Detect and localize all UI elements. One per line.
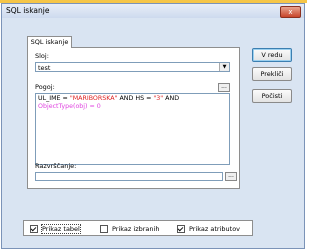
query-part: AND HS = bbox=[117, 95, 154, 102]
window-title: SQL iskanje bbox=[6, 6, 50, 15]
prikaz-izbranih-label: Prikaz izbranih bbox=[112, 225, 160, 233]
pogoj-browse-button[interactable]: ... bbox=[218, 83, 230, 92]
query-part: AND bbox=[163, 95, 180, 102]
tab-panel: Sloj: test ▼ Pogoj: ... UL_IME = "MARIBO… bbox=[27, 47, 240, 189]
query-string-literal: "MARIBORSKA" bbox=[69, 95, 118, 102]
tab-sql-iskanje[interactable]: SQL iskanje bbox=[27, 36, 72, 48]
razvrscanje-browse-button[interactable]: ... bbox=[225, 172, 237, 181]
checkbox-checked-icon[interactable] bbox=[177, 225, 185, 233]
sloj-select[interactable]: test ▼ bbox=[35, 62, 230, 72]
cancel-button[interactable]: Prekliči bbox=[252, 67, 292, 81]
chevron-down-icon[interactable]: ▼ bbox=[219, 63, 229, 71]
pogoj-label: Pogoj: bbox=[35, 83, 55, 91]
prikaz-atributov-label: Prikaz atributov bbox=[189, 225, 241, 233]
title-bar: SQL iskanje x bbox=[2, 4, 304, 18]
query-text: UL_IME = "MARIBORSKA" AND HS = "3" AND O… bbox=[38, 95, 227, 111]
tab-label: SQL iskanje bbox=[30, 38, 69, 46]
prikaz-tabel-checkbox[interactable]: Prikaz tabel bbox=[30, 224, 81, 234]
close-icon: x bbox=[288, 8, 293, 16]
razvrscanje-label: Razvrščanje: bbox=[35, 162, 77, 170]
display-options: Prikaz tabel Prikaz izbranih Prikaz atri… bbox=[23, 220, 253, 236]
query-function: ObjectType bbox=[38, 103, 73, 110]
sloj-label: Sloj: bbox=[35, 52, 49, 60]
razvrscanje-input[interactable] bbox=[35, 172, 223, 181]
checkbox-checked-icon[interactable] bbox=[30, 225, 38, 233]
prikaz-atributov-checkbox[interactable]: Prikaz atributov bbox=[177, 225, 240, 233]
query-part: UL_IME = bbox=[38, 95, 70, 102]
checkbox-unchecked-icon[interactable] bbox=[100, 225, 108, 233]
close-button[interactable]: x bbox=[280, 6, 301, 18]
query-string-literal: "3" bbox=[153, 95, 164, 102]
ok-button[interactable]: V redu bbox=[252, 48, 292, 62]
clear-button[interactable]: Počisti bbox=[252, 89, 292, 103]
prikaz-izbranih-checkbox[interactable]: Prikaz izbranih bbox=[100, 225, 159, 233]
sloj-value: test bbox=[38, 64, 51, 72]
pogoj-textarea[interactable]: UL_IME = "MARIBORSKA" AND HS = "3" AND O… bbox=[35, 93, 230, 165]
prikaz-tabel-label: Prikaz tabel bbox=[41, 224, 81, 234]
query-part: (obj) = 0 bbox=[72, 103, 101, 110]
